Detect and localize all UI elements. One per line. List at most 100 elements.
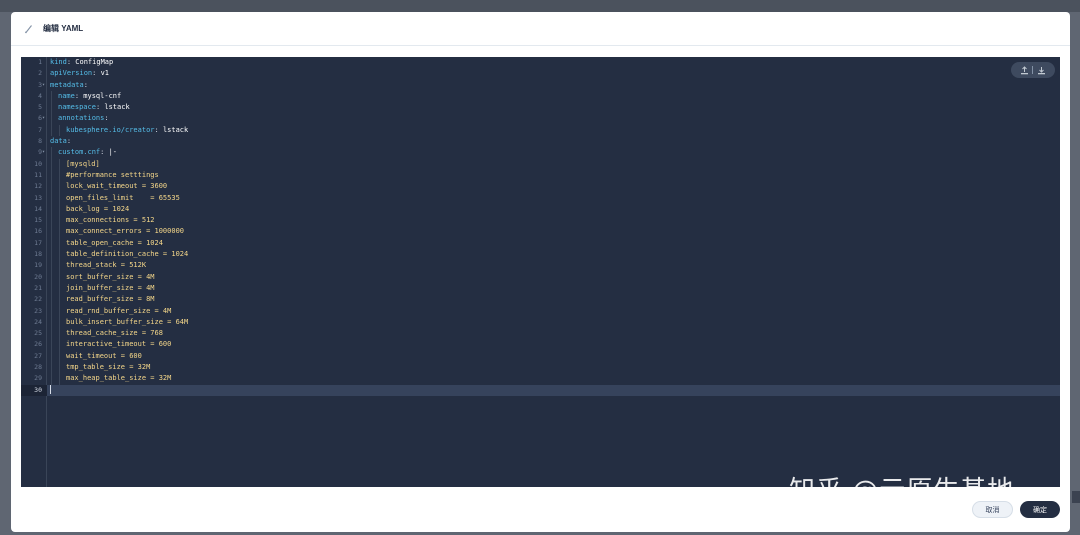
line-text: thread_stack = 512K xyxy=(50,260,147,272)
indent-guide xyxy=(50,328,58,340)
indent-guide xyxy=(58,237,66,250)
code-line[interactable]: 5 namespace: lstack xyxy=(21,102,1060,114)
line-number: 28 xyxy=(34,363,42,372)
code-line[interactable]: 2 apiVersion: v1 xyxy=(21,68,1060,79)
code-line[interactable]: 30 xyxy=(21,384,1060,396)
indent-guide xyxy=(58,316,66,329)
indent-guide xyxy=(58,249,66,261)
fold-caret-icon[interactable]: ▾ xyxy=(42,147,45,158)
line-number: 6 xyxy=(38,114,42,123)
yaml-block-text: open_files_limit = 65535 xyxy=(66,193,180,202)
indent-guide xyxy=(50,181,58,193)
code-line[interactable]: 14 back_log = 1024 xyxy=(21,203,1060,216)
yaml-block-text: thread_stack = 512K xyxy=(66,261,147,270)
line-number: 15 xyxy=(34,216,42,225)
code-line[interactable]: 25 thread_cache_size = 768 xyxy=(21,328,1060,340)
indent-guide xyxy=(50,102,58,114)
indent-guide xyxy=(50,249,58,261)
line-number: 9 xyxy=(38,148,42,157)
yaml-block-text: join_buffer_size = 4M xyxy=(66,283,155,292)
yaml-code-editor[interactable]: 1 kind: ConfigMap 2 apiVersion: v1 3 ▾ metadat… xyxy=(21,57,1060,487)
code-line[interactable]: 10 [mysqld] xyxy=(21,158,1060,171)
dialog-title: 编辑 YAML xyxy=(43,24,84,33)
line-number: 14 xyxy=(34,204,42,213)
code-line[interactable]: 12 lock_wait_timeout = 3600 xyxy=(21,181,1060,193)
editor-toolbar xyxy=(1011,62,1055,78)
code-line[interactable]: 20 sort_buffer_size = 4M xyxy=(21,271,1060,284)
line-text: metadata: xyxy=(50,80,88,89)
line-text: wait_timeout = 600 xyxy=(50,350,142,363)
yaml-block-text: read_buffer_size = 8M xyxy=(66,295,155,304)
upload-icon[interactable] xyxy=(1018,64,1030,76)
code-line[interactable]: 19 thread_stack = 512K xyxy=(21,260,1060,272)
indent-guide xyxy=(58,226,66,239)
yaml-block-text: back_log = 1024 xyxy=(66,204,130,213)
line-text: max_heap_table_size = 32M xyxy=(50,373,171,385)
toolbar-divider xyxy=(1032,66,1034,74)
code-lines[interactable]: 1 kind: ConfigMap 2 apiVersion: v1 3 ▾ metadat… xyxy=(21,57,1060,396)
line-text: read_rnd_buffer_size = 4M xyxy=(50,305,171,318)
line-number: 11 xyxy=(34,170,42,179)
yaml-value: lstack xyxy=(100,103,130,112)
code-line[interactable]: 4 name: mysql-cnf xyxy=(21,90,1060,103)
confirm-button[interactable]: 确定 xyxy=(1020,501,1060,518)
line-number: 5 xyxy=(38,103,42,112)
code-line[interactable]: 6 ▾ annotations: xyxy=(21,113,1060,126)
indent-guide xyxy=(58,169,66,182)
yaml-block-text: sort_buffer_size = 4M xyxy=(66,272,155,281)
code-line[interactable]: 15 max_connections = 512 xyxy=(21,215,1060,227)
code-line[interactable]: 22 read_buffer_size = 8M xyxy=(21,294,1060,306)
line-number: 2 xyxy=(38,69,42,78)
code-line[interactable]: 11 #performance setttings xyxy=(21,169,1060,182)
code-line[interactable]: 18 table_definition_cache = 1024 xyxy=(21,249,1060,261)
code-line[interactable]: 9 ▾ custom.cnf: |- xyxy=(21,147,1060,159)
code-line[interactable]: 1 kind: ConfigMap xyxy=(21,57,1060,68)
line-number: 16 xyxy=(34,227,42,236)
dialog-header: 编辑 YAML xyxy=(11,12,1070,46)
line-text: back_log = 1024 xyxy=(50,203,130,216)
code-line[interactable]: 24 bulk_insert_buffer_size = 64M xyxy=(21,316,1060,329)
yaml-block-text: max_connections = 512 xyxy=(66,216,155,225)
line-number: 10 xyxy=(34,159,42,168)
indent-guide xyxy=(58,158,66,171)
code-line[interactable]: 28 tmp_table_size = 32M xyxy=(21,362,1060,374)
line-text: bulk_insert_buffer_size = 64M xyxy=(50,316,188,329)
indent-guide xyxy=(50,373,58,385)
yaml-block-text: table_definition_cache = 1024 xyxy=(66,250,189,259)
line-number: 13 xyxy=(34,193,42,202)
indent-guide xyxy=(50,90,58,103)
indent-guide xyxy=(50,237,58,250)
fold-caret-icon[interactable]: ▾ xyxy=(42,80,45,91)
line-text: tmp_table_size = 32M xyxy=(50,362,150,374)
yaml-key: annotations xyxy=(58,114,105,123)
code-line[interactable]: 21 join_buffer_size = 4M xyxy=(21,282,1060,295)
code-line[interactable]: 3 ▾ metadata: xyxy=(21,80,1060,91)
fold-caret-icon[interactable]: ▾ xyxy=(42,113,45,124)
yaml-value: lstack xyxy=(158,125,189,134)
indent-guide xyxy=(50,158,58,171)
line-number: 20 xyxy=(34,272,42,281)
code-line[interactable]: 8 data: xyxy=(21,136,1060,147)
indent-guide xyxy=(50,339,58,352)
line-text: join_buffer_size = 4M xyxy=(50,282,155,295)
indent-guide xyxy=(58,328,66,340)
line-text: annotations: xyxy=(50,113,109,126)
line-number: 30 xyxy=(21,384,47,396)
code-line[interactable]: 7 kubesphere.io/creator: lstack xyxy=(21,124,1060,137)
indent-guide xyxy=(58,260,66,272)
code-line[interactable]: 26 interactive_timeout = 600 xyxy=(21,339,1060,352)
code-line[interactable]: 29 max_heap_table_size = 32M xyxy=(21,373,1060,385)
indent-guide xyxy=(58,339,66,352)
backdrop-strip xyxy=(0,0,1080,12)
code-line[interactable]: 16 max_connect_errors = 1000000 xyxy=(21,226,1060,239)
code-line[interactable]: 23 read_rnd_buffer_size = 4M xyxy=(21,305,1060,318)
yaml-value: |- xyxy=(104,148,118,157)
indent-guide xyxy=(50,282,58,295)
code-line[interactable]: 27 wait_timeout = 600 xyxy=(21,350,1060,363)
code-line[interactable]: 17 table_open_cache = 1024 xyxy=(21,237,1060,250)
yaml-block-text: #performance setttings xyxy=(66,170,159,179)
code-line[interactable]: 13 open_files_limit = 65535 xyxy=(21,192,1060,205)
watermark-text: 知乎 @云原生基地 xyxy=(789,476,1015,506)
line-text xyxy=(50,385,51,396)
download-icon[interactable] xyxy=(1036,64,1048,76)
